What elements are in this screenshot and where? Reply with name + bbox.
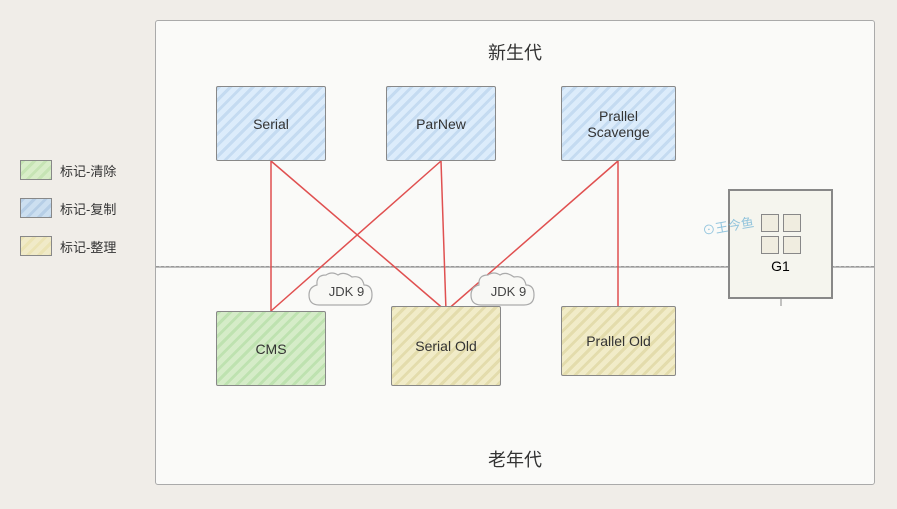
young-gen-label: 新生代 [156, 39, 874, 65]
legend-label-copy: 标记-复制 [60, 199, 116, 218]
g1-collector-box: G1 [728, 189, 833, 299]
diagram-area: 新生代 老年代 Serial ParN [155, 20, 875, 485]
parnew-collector-box: ParNew [386, 86, 496, 161]
legend-item-organize: 标记-整理 [20, 236, 116, 256]
legend-label-organize: 标记-整理 [60, 237, 116, 256]
serial-collector-box: Serial [216, 86, 326, 161]
g1-cell-2 [783, 214, 801, 232]
old-gen-label: 老年代 [156, 446, 874, 472]
g1-grid [761, 214, 801, 254]
jdk9-label-2: JDK 9 [491, 284, 526, 299]
legend: 标记-清除 标记-复制 标记-整理 [20, 160, 116, 256]
legend-icon-clear [20, 160, 52, 180]
cms-collector-box: CMS [216, 311, 326, 386]
g1-cell-1 [761, 214, 779, 232]
serial-old-box: Serial Old [391, 306, 501, 386]
parnew-label: ParNew [416, 116, 466, 132]
g1-cell-4 [783, 236, 801, 254]
jdk9-label-1: JDK 9 [329, 284, 364, 299]
legend-icon-organize [20, 236, 52, 256]
prallel-old-box: Prallel Old [561, 306, 676, 376]
legend-item-clear: 标记-清除 [20, 160, 116, 180]
legend-label-clear: 标记-清除 [60, 161, 116, 180]
jdk9-cloud-1: JDK 9 [304, 267, 389, 315]
prallel-scavenge-label: Prallel Scavenge [587, 108, 649, 140]
prallel-old-label: Prallel Old [586, 333, 651, 349]
g1-label: G1 [771, 258, 790, 274]
g1-cell-3 [761, 236, 779, 254]
legend-item-copy: 标记-复制 [20, 198, 116, 218]
jdk9-cloud-2: JDK 9 [466, 267, 551, 315]
prallel-scavenge-box: Prallel Scavenge [561, 86, 676, 161]
legend-icon-copy [20, 198, 52, 218]
serial-old-label: Serial Old [415, 338, 476, 354]
page-container: 标记-清除 标记-复制 标记-整理 新生代 老年代 [0, 0, 897, 509]
serial-label: Serial [253, 116, 289, 132]
cms-label: CMS [255, 341, 286, 357]
